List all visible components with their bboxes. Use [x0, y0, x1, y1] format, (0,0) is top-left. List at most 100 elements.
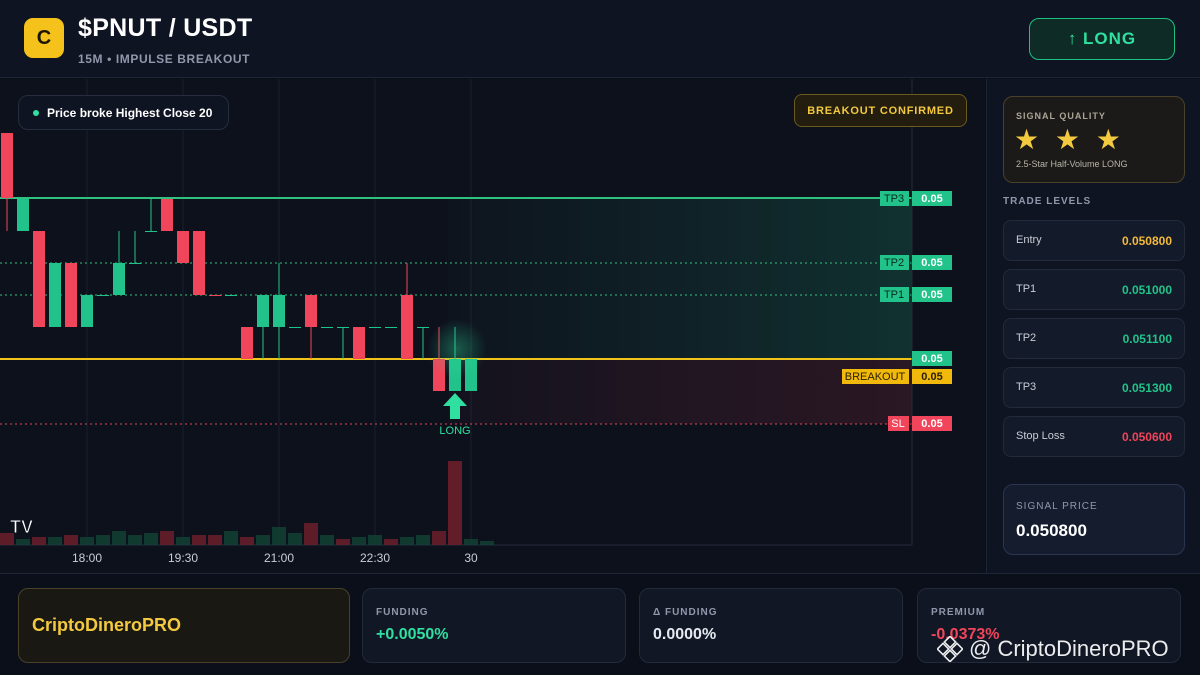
level-tp1: TP1 0.051000 [1003, 269, 1185, 310]
tp2-tag-label: TP2 [884, 257, 904, 269]
time-axis: 18:00 19:30 21:00 22:30 30 [72, 551, 478, 565]
tradingview-logo-icon: TV [10, 517, 34, 538]
level-value: 0.051100 [1122, 332, 1172, 346]
candle [417, 327, 429, 328]
candle [305, 295, 317, 327]
brand-name: CriptoDineroPRO [32, 615, 182, 635]
brand-card[interactable]: CriptoDineroPRO [18, 588, 350, 663]
candle [145, 231, 157, 232]
tp1-price-value: 0.05 [921, 289, 942, 301]
level-entry: Entry 0.050800 [1003, 220, 1185, 261]
delta-funding-value: 0.0000% [653, 626, 717, 643]
volume-bar [480, 541, 494, 545]
candle [17, 199, 29, 231]
trade-levels-title: TRADE LEVELS [1003, 196, 1092, 207]
signal-sidebar: SIGNAL QUALITY ★ ★ ★ 2.5-Star Half-Volum… [986, 79, 1200, 573]
candle [353, 327, 365, 359]
signal-price-label: SIGNAL PRICE [1016, 501, 1098, 512]
funding-value: +0.0050% [376, 626, 449, 643]
time-label: 19:30 [168, 551, 198, 565]
volume-bar [240, 537, 254, 545]
breakout-note-text: Price broke Highest Close 20 [47, 105, 213, 120]
candle [49, 263, 61, 327]
sl-price-value: 0.05 [921, 418, 942, 430]
long-marker-label: LONG [439, 425, 470, 437]
breakout-price-value: 0.05 [921, 371, 942, 383]
volume-bar [96, 535, 110, 545]
signal-price-value: 0.050800 [1016, 521, 1087, 540]
delta-funding-card: Δ FUNDING 0.0000% [639, 588, 903, 663]
candle [321, 327, 333, 328]
candle [33, 231, 45, 327]
current-price-value: 0.05 [921, 353, 942, 365]
volume-bar [224, 531, 238, 545]
chart-canvas[interactable]: LONG 18:00 19:30 21:00 22:30 30 TP3 0.05… [0, 79, 985, 573]
volume-bar [144, 533, 158, 545]
breakout-tag-label: BREAKOUT [845, 371, 906, 383]
signal-price-card: SIGNAL PRICE 0.050800 [1003, 484, 1185, 555]
price-chart[interactable]: LONG 18:00 19:30 21:00 22:30 30 TP3 0.05… [0, 79, 985, 573]
level-value: 0.051000 [1121, 283, 1172, 297]
volume-bar [176, 537, 190, 545]
candle [257, 295, 269, 327]
candle [289, 327, 301, 328]
watermark-text: @ CriptoDineroPRO [969, 636, 1169, 661]
level-value: 0.050600 [1121, 430, 1172, 444]
volume-bar [384, 539, 398, 545]
tp3-price-value: 0.05 [921, 193, 942, 205]
time-label: 30 [464, 551, 478, 565]
delta-funding-label: Δ FUNDING [653, 607, 718, 618]
volume-bar [208, 535, 222, 545]
candle [241, 327, 253, 359]
candlesticks [1, 133, 477, 391]
volume-bar [352, 537, 366, 545]
volume-bar [256, 535, 270, 545]
level-value: 0.051300 [1121, 381, 1172, 395]
level-tp3: TP3 0.051300 [1003, 367, 1185, 408]
volume-bar [48, 537, 62, 545]
long-signal-button[interactable]: ↑ LONG [1029, 18, 1175, 60]
signal-quality-desc: 2.5-Star Half-Volume LONG [1016, 159, 1128, 169]
signal-quality-card: SIGNAL QUALITY ★ ★ ★ 2.5-Star Half-Volum… [1003, 96, 1185, 183]
breakout-confirmed-badge: BREAKOUT CONFIRMED [794, 94, 967, 127]
time-label: 18:00 [72, 551, 102, 565]
volume-bar [304, 523, 318, 545]
tp1-tag-label: TP1 [884, 289, 904, 301]
candle [209, 295, 221, 296]
star-rating-icon: ★ ★ ★ [1014, 124, 1125, 155]
volume-bar [160, 531, 174, 545]
tp3-tag-label: TP3 [884, 193, 904, 205]
volume-bar [32, 537, 46, 545]
binance-logo-icon [937, 636, 963, 662]
candle [337, 327, 349, 328]
volume-bar [16, 539, 30, 545]
candle [193, 231, 205, 295]
candle [113, 263, 125, 295]
candle [369, 327, 381, 328]
candle [385, 327, 397, 328]
tp2-price-value: 0.05 [921, 257, 942, 269]
status-dot-icon [33, 109, 39, 116]
funding-label: FUNDING [376, 607, 429, 618]
signal-subtitle: 15M • IMPULSE BREAKOUT [78, 52, 251, 66]
candle [1, 133, 13, 198]
header: C $PNUT / USDT 15M • IMPULSE BREAKOUT ↑ … [0, 0, 1200, 78]
funding-card: FUNDING +0.0050% [362, 588, 626, 663]
level-name: TP2 [1016, 332, 1037, 344]
volume-bar [400, 537, 414, 545]
volume-bar [112, 531, 126, 545]
volume-bar [448, 461, 462, 545]
level-name: TP1 [1016, 283, 1037, 295]
volume-bar [416, 535, 430, 545]
volume-bar [64, 535, 78, 545]
candle [81, 295, 93, 327]
candle [97, 295, 109, 296]
candle [225, 295, 237, 296]
level-value: 0.050800 [1121, 234, 1172, 248]
level-name: Stop Loss [1016, 430, 1065, 442]
breakout-note: Price broke Highest Close 20 [18, 95, 229, 130]
signal-glow [427, 319, 487, 379]
volume-bar [336, 539, 350, 545]
volume-bar [368, 535, 382, 545]
volume-bar [80, 537, 94, 545]
